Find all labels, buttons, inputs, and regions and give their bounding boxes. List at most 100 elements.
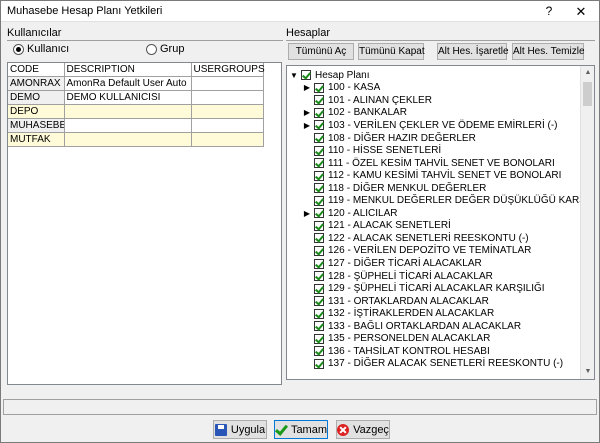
cell-code[interactable]: AMONRAX	[8, 76, 65, 91]
tree-node-label: 128 - ŞÜPHELİ TİCARİ ALACAKLAR	[328, 270, 493, 282]
checkbox[interactable]	[314, 183, 324, 194]
checkbox[interactable]	[314, 107, 324, 118]
cell-code[interactable]: MUTFAK	[8, 132, 65, 147]
expand-icon[interactable]: ▶	[302, 209, 312, 218]
scroll-thumb[interactable]	[583, 82, 592, 106]
collapse-icon[interactable]: ▼	[289, 71, 299, 80]
cell-description[interactable]: DEMO KULLANICISI	[64, 90, 192, 105]
expand-icon[interactable]: ▶	[302, 121, 312, 130]
cell-description[interactable]	[64, 118, 192, 133]
checkbox[interactable]	[301, 70, 311, 81]
cancel-icon	[337, 423, 350, 436]
checkbox[interactable]	[314, 158, 324, 169]
tree-node[interactable]: 121 - ALACAK SENETLERİ	[302, 220, 451, 233]
tree-node[interactable]: 137 - DİĞER ALACAK SENETLERİ REESKONTU (…	[302, 358, 563, 371]
checkbox[interactable]	[314, 208, 324, 219]
checkbox[interactable]	[314, 346, 324, 357]
tree-node[interactable]: 108 - DİĞER HAZIR DEĞERLER	[302, 132, 476, 145]
cell-usergroups[interactable]	[191, 90, 264, 105]
clear-sub-accounts-button[interactable]: Alt Hes. Temizle	[512, 43, 585, 60]
tree-node[interactable]: 127 - DİĞER TİCARİ ALACAKLAR	[302, 257, 482, 270]
checkbox[interactable]	[314, 95, 324, 106]
scroll-down-icon[interactable]: ▼	[581, 365, 594, 379]
tree-node[interactable]: ▶ 100 - KASA	[302, 82, 380, 95]
checkbox[interactable]	[314, 170, 324, 181]
tree-node-label: 132 - İŞTİRAKLERDEN ALACAKLAR	[328, 308, 495, 320]
accounts-tree[interactable]: ▼ Hesap Planı ▶ 100 - KASA 101 - ALINAN ÇEKL…	[286, 65, 595, 380]
checkbox[interactable]	[314, 308, 324, 319]
cancel-button[interactable]: Vazgeç	[336, 420, 390, 439]
checkbox[interactable]	[314, 283, 324, 294]
checkbox[interactable]	[314, 133, 324, 144]
checkbox[interactable]	[314, 258, 324, 269]
cell-code[interactable]: DEPO	[8, 104, 65, 119]
cell-usergroups[interactable]	[191, 132, 264, 147]
tree-node[interactable]: 128 - ŞÜPHELİ TİCARİ ALACAKLAR	[302, 270, 493, 283]
tree-node[interactable]: 112 - KAMU KESİMİ TAHVİL SENET VE BONOLA…	[302, 169, 561, 182]
collapse-all-button[interactable]: Tümünü Kapat	[358, 43, 425, 60]
check-sub-accounts-button[interactable]: Alt Hes. İşaretle	[437, 43, 509, 60]
tree-node[interactable]: 129 - ŞÜPHELİ TİCARİ ALACAKLAR KARŞILIĞI	[302, 282, 545, 295]
tree-node[interactable]: 111 - ÖZEL KESİM TAHVİL SENET VE BONOLAR…	[302, 157, 555, 170]
checkbox[interactable]	[314, 358, 324, 369]
column-header-code[interactable]: CODE	[8, 63, 65, 77]
table-row[interactable]: MUHASEBE	[8, 118, 264, 133]
radio-group-dot[interactable]	[146, 43, 157, 55]
tree-node[interactable]: 118 - DİĞER MENKUL DEĞERLER	[302, 182, 486, 195]
checkbox[interactable]	[314, 195, 324, 206]
cell-code[interactable]: DEMO	[8, 90, 65, 105]
tree-node[interactable]: 131 - ORTAKLARDAN ALACAKLAR	[302, 295, 489, 308]
radio-user-dot[interactable]	[13, 43, 24, 55]
radio-group[interactable]: Grup	[146, 43, 184, 55]
checkbox[interactable]	[314, 271, 324, 282]
radio-group-label: Grup	[160, 43, 185, 55]
checkbox[interactable]	[314, 245, 324, 256]
cell-usergroups[interactable]	[191, 104, 264, 119]
checkbox[interactable]	[314, 220, 324, 231]
tree-node[interactable]: 119 - MENKUL DEĞERLER DEĞER DÜŞÜKLÜĞÜ KA…	[302, 195, 594, 208]
table-row[interactable]: DEMO DEMO KULLANICISI	[8, 90, 264, 105]
cell-description[interactable]	[64, 104, 192, 119]
checkbox[interactable]	[314, 233, 324, 244]
expand-all-button[interactable]: Tümünü Aç	[288, 43, 354, 60]
ok-button[interactable]: Tamam	[274, 420, 328, 439]
tree-node[interactable]: 122 - ALACAK SENETLERİ REESKONTU (-)	[302, 232, 529, 245]
help-button[interactable]: ?	[537, 2, 561, 21]
tree-node[interactable]: ▶ 102 - BANKALAR	[302, 107, 407, 120]
tree-node[interactable]: ▶ 103 - VERİLEN ÇEKLER VE ÖDEME EMİRLERİ …	[302, 119, 558, 132]
cell-description[interactable]: AmonRa Default User Auto	[64, 76, 192, 91]
checkbox[interactable]	[314, 120, 324, 131]
expand-icon[interactable]: ▶	[302, 108, 312, 117]
apply-button[interactable]: Uygula	[213, 420, 267, 439]
cell-usergroups[interactable]	[191, 118, 264, 133]
checkbox[interactable]	[314, 333, 324, 344]
cell-code[interactable]: MUHASEBE	[8, 118, 65, 133]
table-row[interactable]: DEPO	[8, 104, 264, 119]
tree-node[interactable]: 133 - BAĞLI ORTAKLARDAN ALACAKLAR	[302, 320, 521, 333]
checkbox[interactable]	[314, 296, 324, 307]
tree-node[interactable]: 101 - ALINAN ÇEKLER	[302, 94, 432, 107]
column-header-description[interactable]: DESCRIPTION	[64, 63, 192, 77]
checkbox[interactable]	[314, 82, 324, 93]
vertical-scrollbar[interactable]: ▲ ▼	[580, 66, 594, 379]
tree-node-label: 120 - ALICILAR	[328, 207, 398, 219]
tree-node[interactable]: 135 - PERSONELDEN ALACAKLAR	[302, 333, 490, 346]
column-header-usergroups[interactable]: USERGROUPS	[191, 63, 265, 77]
radio-user[interactable]: Kullanıcı	[13, 43, 69, 55]
expand-icon[interactable]: ▶	[302, 83, 312, 92]
status-panel	[3, 399, 597, 415]
cell-usergroups[interactable]	[191, 76, 264, 91]
checkbox[interactable]	[314, 321, 324, 332]
table-row[interactable]: AMONRAX AmonRa Default User Auto	[8, 76, 264, 91]
close-button[interactable]: ✕	[567, 2, 595, 21]
cell-description[interactable]	[64, 132, 192, 147]
tree-node[interactable]: 132 - İŞTİRAKLERDEN ALACAKLAR	[302, 308, 494, 321]
tree-node[interactable]: ▶ 120 - ALICILAR	[302, 207, 398, 220]
scroll-up-icon[interactable]: ▲	[581, 66, 594, 80]
table-row[interactable]: MUTFAK	[8, 132, 264, 147]
tree-node[interactable]: 110 - HİSSE SENETLERİ	[302, 144, 441, 157]
tree-node[interactable]: 126 - VERİLEN DEPOZİTO VE TEMİNATLAR	[302, 245, 531, 258]
tree-node[interactable]: 136 - TAHSİLAT KONTROL HESABI	[302, 345, 490, 358]
checkbox[interactable]	[314, 145, 324, 156]
tree-root-node[interactable]: ▼ Hesap Planı	[289, 69, 369, 82]
